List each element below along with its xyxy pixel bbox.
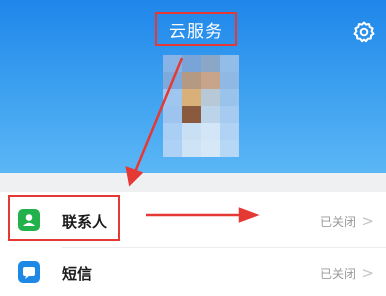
chevron-right-icon: >	[361, 212, 374, 230]
message-icon	[18, 261, 40, 283]
gear-icon	[353, 21, 375, 43]
cloud-service-header: 云服务	[0, 0, 386, 173]
page-title: 云服务	[169, 21, 223, 42]
contacts-icon	[18, 209, 40, 231]
avatar[interactable]	[163, 55, 239, 158]
title-highlight-box: 云服务	[155, 12, 237, 46]
chevron-right-icon: >	[361, 264, 374, 282]
section-divider	[0, 173, 386, 192]
status-label: 已关闭	[319, 215, 356, 229]
status-label: 已关闭	[319, 267, 356, 281]
settings-button[interactable]	[352, 20, 376, 44]
list-item-label: 联系人	[62, 213, 108, 231]
list-item-label: 短信	[62, 265, 93, 283]
list-item-contacts[interactable]: 联系人 已关闭 >	[0, 195, 386, 244]
